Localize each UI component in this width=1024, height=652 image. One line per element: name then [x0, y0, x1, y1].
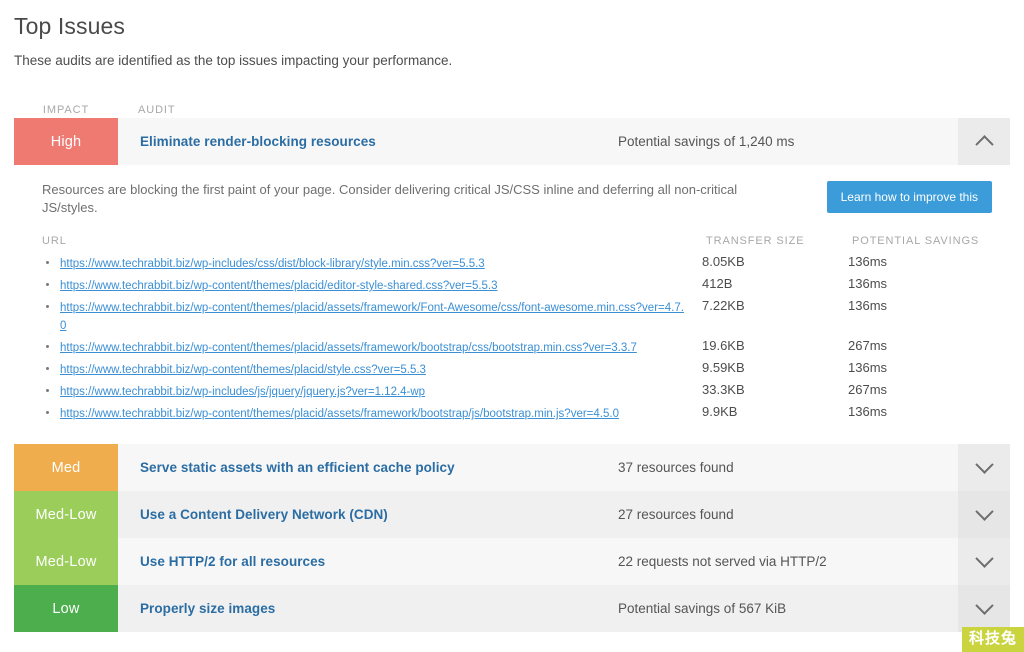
- audit-title-link[interactable]: Use HTTP/2 for all resources: [118, 538, 618, 585]
- resource-url-link[interactable]: https://www.techrabbit.biz/wp-content/th…: [60, 408, 619, 420]
- audit-title-link[interactable]: Eliminate render-blocking resources: [118, 118, 618, 165]
- audit-title-link[interactable]: Properly size images: [118, 585, 618, 632]
- issue-row[interactable]: Low Properly size images Potential savin…: [14, 585, 1010, 632]
- resource-url-link[interactable]: https://www.techrabbit.biz/wp-includes/j…: [60, 386, 425, 398]
- resource-transfer-size: 8.05KB: [702, 254, 745, 269]
- impact-badge-med: Med: [14, 444, 118, 491]
- expand-toggle[interactable]: [958, 444, 1010, 491]
- audit-metric: Potential savings of 567 KiB: [618, 601, 787, 616]
- detail-description: Resources are blocking the first paint o…: [42, 182, 738, 215]
- resource-url-link[interactable]: https://www.techrabbit.biz/wp-content/th…: [60, 280, 498, 292]
- top-issues-page: Top Issues These audits are identified a…: [0, 12, 1024, 632]
- table-row: https://www.techrabbit.biz/wp-content/th…: [42, 336, 992, 358]
- column-header-impact: IMPACT: [42, 104, 90, 116]
- expand-toggle[interactable]: [958, 118, 1010, 165]
- audit-metric: 37 resources found: [618, 460, 734, 475]
- table-row: https://www.techrabbit.biz/wp-content/th…: [42, 274, 992, 296]
- table-row: https://www.techrabbit.biz/wp-content/th…: [42, 402, 992, 424]
- resource-url-cell: https://www.techrabbit.biz/wp-content/th…: [42, 276, 702, 294]
- chevron-down-icon: [974, 596, 994, 615]
- resource-potential-savings: 136ms: [848, 298, 888, 313]
- column-header-url: URL: [42, 235, 67, 247]
- resource-url-cell: https://www.techrabbit.biz/wp-content/th…: [42, 338, 702, 356]
- resource-url-cell: https://www.techrabbit.biz/wp-content/th…: [42, 298, 702, 334]
- resource-transfer-size: 7.22KB: [702, 298, 745, 313]
- resource-transfer-size: 9.9KB: [702, 404, 738, 419]
- detail-top: Resources are blocking the first paint o…: [14, 181, 1010, 217]
- resource-url-cell: https://www.techrabbit.biz/wp-includes/c…: [42, 254, 702, 272]
- audit-metric: Potential savings of 1,240 ms: [618, 134, 795, 149]
- resource-potential-savings: 136ms: [848, 360, 888, 375]
- impact-badge-high: High: [14, 118, 118, 165]
- resource-transfer-size: 33.3KB: [702, 382, 745, 397]
- issues-table-header: IMPACT AUDIT: [14, 90, 1010, 118]
- resource-transfer-size: 9.59KB: [702, 360, 745, 375]
- column-header-transfer-size: TRANSFER SIZE: [706, 235, 805, 247]
- table-row: https://www.techrabbit.biz/wp-includes/j…: [42, 380, 992, 402]
- issue-row[interactable]: High Eliminate render-blocking resources…: [14, 118, 1010, 165]
- page-title: Top Issues: [14, 13, 125, 39]
- table-row: https://www.techrabbit.biz/wp-content/th…: [42, 358, 992, 380]
- issue-row[interactable]: Med-Low Use a Content Delivery Network (…: [14, 491, 1010, 538]
- page-subtitle: These audits are identified as the top i…: [14, 53, 453, 68]
- resources-table: URL TRANSFER SIZE POTENTIAL SAVINGS http…: [14, 235, 1010, 424]
- audit-title-link[interactable]: Serve static assets with an efficient ca…: [118, 444, 618, 491]
- resource-url-link[interactable]: https://www.techrabbit.biz/wp-includes/c…: [60, 258, 485, 270]
- impact-badge-low: Low: [14, 585, 118, 632]
- resource-url-link[interactable]: https://www.techrabbit.biz/wp-content/th…: [60, 364, 426, 376]
- resource-potential-savings: 267ms: [848, 338, 888, 353]
- issue-row[interactable]: Med-Low Use HTTP/2 for all resources 22 …: [14, 538, 1010, 585]
- resource-transfer-size: 412B: [702, 276, 733, 291]
- resource-url-cell: https://www.techrabbit.biz/wp-content/th…: [42, 404, 702, 422]
- expand-toggle[interactable]: [958, 585, 1010, 632]
- resource-potential-savings: 267ms: [848, 382, 888, 397]
- column-header-potential-savings: POTENTIAL SAVINGS: [852, 235, 980, 247]
- audit-title-link[interactable]: Use a Content Delivery Network (CDN): [118, 491, 618, 538]
- chevron-down-icon: [974, 549, 994, 568]
- resource-potential-savings: 136ms: [848, 276, 888, 291]
- resource-url-cell: https://www.techrabbit.biz/wp-includes/j…: [42, 382, 702, 400]
- chevron-down-icon: [974, 502, 994, 521]
- impact-badge-med-low: Med-Low: [14, 491, 118, 538]
- resource-transfer-size: 19.6KB: [702, 338, 745, 353]
- issue-row[interactable]: Med Serve static assets with an efficien…: [14, 444, 1010, 491]
- issue-detail-panel: Resources are blocking the first paint o…: [14, 165, 1010, 432]
- chevron-down-icon: [974, 455, 994, 474]
- expand-toggle[interactable]: [958, 491, 1010, 538]
- audit-metric: 22 requests not served via HTTP/2: [618, 554, 827, 569]
- table-row: https://www.techrabbit.biz/wp-includes/c…: [42, 252, 992, 274]
- column-header-audit: AUDIT: [138, 104, 176, 116]
- impact-badge-med-low: Med-Low: [14, 538, 118, 585]
- resource-potential-savings: 136ms: [848, 404, 888, 419]
- table-row: https://www.techrabbit.biz/wp-content/th…: [42, 296, 992, 336]
- resource-url-cell: https://www.techrabbit.biz/wp-content/th…: [42, 360, 702, 378]
- audit-metric: 27 resources found: [618, 507, 734, 522]
- expand-toggle[interactable]: [958, 538, 1010, 585]
- chevron-up-icon: [974, 135, 994, 154]
- resource-url-link[interactable]: https://www.techrabbit.biz/wp-content/th…: [60, 302, 684, 332]
- resource-url-link[interactable]: https://www.techrabbit.biz/wp-content/th…: [60, 342, 637, 354]
- learn-how-to-improve-button[interactable]: Learn how to improve this: [826, 181, 992, 213]
- resources-table-header: URL TRANSFER SIZE POTENTIAL SAVINGS: [42, 235, 992, 252]
- resource-potential-savings: 136ms: [848, 254, 888, 269]
